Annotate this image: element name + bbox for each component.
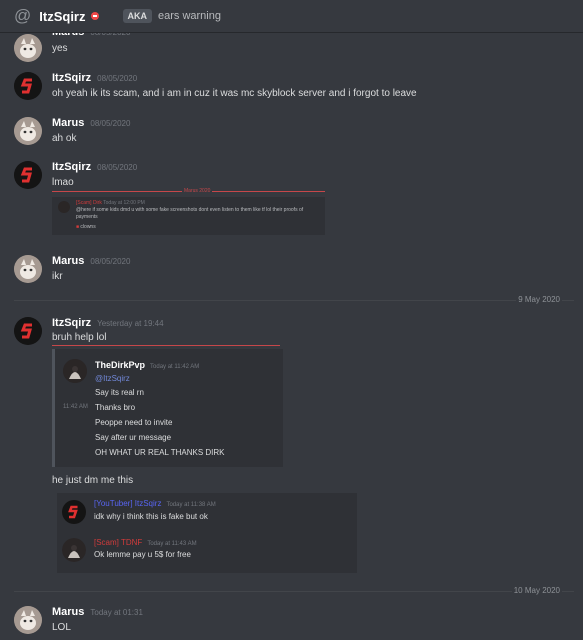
date-divider: 10 May 2020 (14, 586, 574, 595)
message-text: yes (52, 43, 68, 54)
message-text: ikr (52, 271, 63, 282)
message-timestamp: Today at 01:31 (90, 608, 143, 617)
attached-screenshot[interactable]: [YouTuber] ItzSqirz Today at 11:38 AM idk… (57, 493, 357, 533)
screenshot-avatar (63, 359, 87, 383)
message-author[interactable]: ItzSqirz 08/05/2020 (52, 72, 137, 84)
screenshot-avatar (62, 500, 86, 524)
screenshot-line: idk why i think this is fake but ok (94, 512, 208, 521)
avatar[interactable] (14, 117, 42, 145)
message-timestamp: 08/05/2020 (97, 163, 138, 172)
message-text: LOL (52, 622, 71, 633)
message-text: bruh help lol (52, 332, 107, 343)
message-author[interactable]: Marus08/05/2020 (52, 117, 130, 129)
screenshot-line: Say after ur message (95, 433, 172, 442)
avatar[interactable] (14, 606, 42, 634)
avatar[interactable] (14, 34, 42, 62)
avatar[interactable] (14, 255, 42, 283)
clown-emoji-icon: ■ (76, 224, 80, 230)
message-text: ah ok (52, 133, 77, 144)
screenshot-line: Thanks bro (95, 403, 136, 412)
aka-badge: AKA (122, 9, 152, 23)
message-text: lmao (52, 177, 74, 188)
date-divider-label: 9 May 2020 (516, 295, 562, 304)
attached-screenshot[interactable]: Marus 2020 [Scam] Dirk Today at 12:00 PM… (52, 188, 325, 235)
message-author[interactable]: Marus Today at 01:31 (52, 606, 143, 618)
message-author[interactable]: Marus08/05/2020 (52, 255, 130, 267)
message-author[interactable]: ItzSqirz Yesterday at 19:44 (52, 317, 164, 329)
message-text: oh yeah ik its scam, and i am in cuz it … (52, 88, 417, 99)
screenshot-top-border (52, 345, 280, 346)
screenshot-line: Ok lemme pay u 5$ for free (94, 550, 191, 559)
message-text: he just dm me this (52, 475, 134, 486)
date-divider: 9 May 2020 (14, 295, 574, 304)
avatar[interactable] (14, 161, 42, 189)
attached-screenshot[interactable]: TheDirkPvp Today at 11:42 AM @ItzSqirz Sa… (52, 349, 283, 467)
at-sign-icon: @ (14, 6, 32, 25)
aka-names[interactable]: ears warning (158, 10, 221, 22)
do-not-disturb-status-icon (90, 12, 99, 20)
message-timestamp: 08/05/2020 (90, 119, 131, 128)
screenshot-line: Say its real rn (95, 388, 144, 397)
channel-header: @ ItzSqirz AKA ears warning (0, 0, 583, 33)
screenshot-line: OH WHAT UR REAL THANKS DIRK (95, 448, 225, 457)
screenshot-line: Peoppe need to invite (95, 418, 173, 427)
attached-screenshot[interactable]: [Scam] TDNF Today at 11:43 AM Ok lemme pa… (57, 533, 357, 573)
message-timestamp: 08/05/2020 (90, 257, 131, 266)
dm-user-name[interactable]: ItzSqirz (39, 9, 85, 24)
screenshot-divider-label: Marus 2020 (182, 188, 213, 194)
message-author[interactable]: ItzSqirz 08/05/2020 (52, 161, 137, 173)
screenshot-avatar (62, 538, 86, 562)
screenshot-avatar (58, 201, 70, 213)
screenshot-author: [Scam] Dirk Today at 12:00 PM (76, 200, 145, 206)
screenshot-reaction: ■ clowns (76, 224, 96, 230)
avatar[interactable] (14, 72, 42, 100)
screenshot-text: @here if some kids dmd u with some fake … (76, 207, 304, 220)
avatar[interactable] (14, 317, 42, 345)
screenshot-author: [Scam] TDNF Today at 11:43 AM (94, 538, 197, 547)
screenshot-author: TheDirkPvp Today at 11:42 AM (95, 360, 200, 370)
mention: @ItzSqirz (95, 374, 130, 383)
date-divider-label: 10 May 2020 (511, 586, 562, 595)
screenshot-author: [YouTuber] ItzSqirz Today at 11:38 AM (94, 499, 216, 508)
screenshot-side-time: 11:42 AM (63, 404, 88, 410)
message-timestamp: 08/05/2020 (97, 74, 138, 83)
message-timestamp: Yesterday at 19:44 (97, 319, 164, 328)
